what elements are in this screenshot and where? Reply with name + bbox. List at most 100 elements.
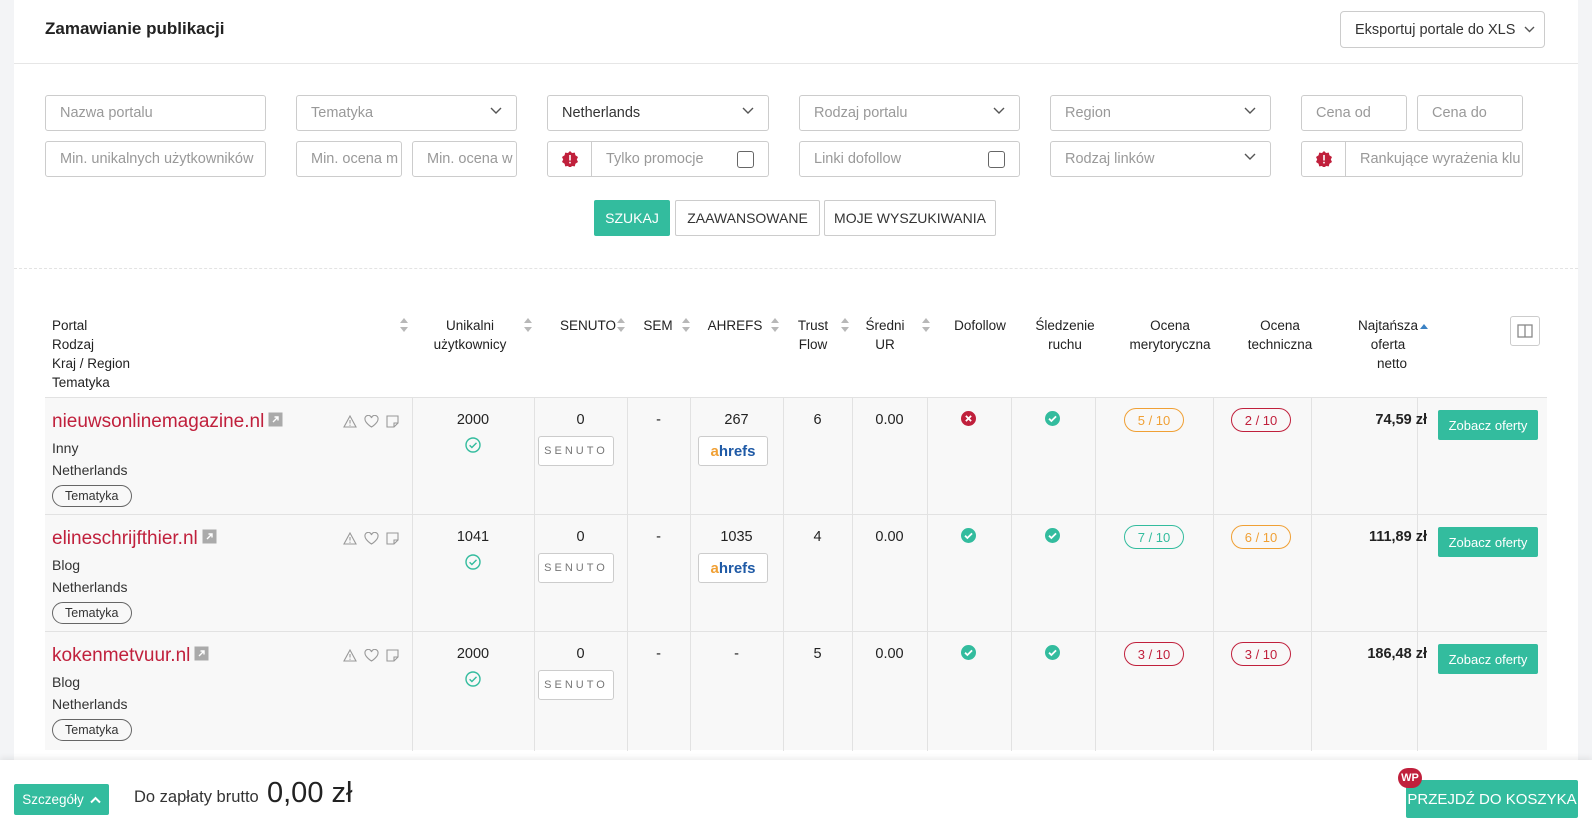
check-circle-icon [1045, 411, 1060, 431]
portal-link[interactable]: kokenmetvuur.nl [52, 645, 209, 667]
columns-icon [1517, 324, 1533, 338]
dofollow-field[interactable]: Linki dofollow [799, 141, 1020, 177]
header-users[interactable]: Unikalni użytkownicy [420, 316, 520, 354]
senuto-badge[interactable]: SENUTO [538, 670, 614, 700]
tech-score-badge: 3 / 10 [1231, 642, 1291, 666]
external-link-icon[interactable] [268, 411, 283, 433]
warning-icon[interactable] [343, 414, 357, 433]
portal-link[interactable]: nieuwsonlinemagazine.nl [52, 411, 283, 433]
dofollow-checkbox[interactable] [988, 151, 1005, 168]
alert-badge-icon [561, 151, 578, 167]
portal-type: Blog [52, 557, 81, 573]
unique-users: 1041 [456, 529, 490, 545]
page-scrollbar[interactable] [1578, 0, 1592, 760]
trust-flow-value: 4 [813, 529, 822, 545]
topic-tag[interactable]: Tematyka [52, 485, 132, 507]
topic-select[interactable]: Tematyka [296, 95, 517, 131]
table-row: elineschrijfthier.nl Blog Netherlands Temat… [45, 514, 1547, 634]
content-score-badge: 5 / 10 [1124, 408, 1184, 432]
header-senuto[interactable]: SENUTO [548, 316, 628, 335]
warning-icon[interactable] [343, 648, 357, 667]
sort-icon[interactable] [524, 318, 532, 332]
ahrefs-badge[interactable]: ahrefs [698, 436, 768, 466]
column-divider [1311, 632, 1312, 751]
country-select[interactable]: Netherlands [547, 95, 769, 131]
heart-icon[interactable] [364, 648, 379, 667]
check-circle-icon [961, 528, 976, 548]
region-select[interactable]: Region [1050, 95, 1271, 131]
table-row: nieuwsonlinemagazine.nl Inny Netherlands Te… [45, 397, 1547, 517]
export-xls-button[interactable]: Eksportuj portale do XLS [1340, 11, 1545, 48]
row-actions [343, 414, 399, 433]
header-content-score[interactable]: Ocena merytoryczna [1115, 316, 1225, 354]
view-offers-button[interactable]: Zobacz oferty [1438, 410, 1538, 440]
sort-asc-icon[interactable] [1420, 324, 1428, 329]
header-ur[interactable]: Średni UR [862, 316, 908, 354]
min-tech-score-input[interactable]: Min. ocena w [412, 141, 517, 177]
portal-name: kokenmetvuur.nl [52, 645, 191, 666]
topic-tag[interactable]: Tematyka [52, 602, 132, 624]
details-button[interactable]: Szczegóły [14, 784, 109, 815]
column-divider [1311, 398, 1312, 517]
note-icon[interactable] [386, 649, 399, 667]
portal-type-select[interactable]: Rodzaj portalu [799, 95, 1020, 131]
sort-icon[interactable] [400, 318, 408, 332]
external-link-icon[interactable] [194, 645, 209, 667]
note-icon[interactable] [386, 415, 399, 433]
link-type-select[interactable]: Rodzaj linków [1050, 141, 1271, 177]
portal-name-input[interactable]: Nazwa portalu [45, 95, 266, 131]
ahrefs-value: 1035 [720, 529, 753, 545]
ahrefs-value: 267 [724, 412, 749, 428]
portal-country: Netherlands [52, 696, 128, 712]
x-circle-icon [961, 411, 976, 431]
header-trust-flow[interactable]: Trust Flow [793, 316, 833, 354]
heart-icon[interactable] [364, 414, 379, 433]
cheapest-offer-price: 74,59 zł [1375, 412, 1427, 428]
column-divider [1213, 515, 1214, 634]
topic-tag[interactable]: Tematyka [52, 719, 132, 741]
column-divider [1095, 632, 1096, 751]
price-to-input[interactable]: Cena do [1417, 95, 1523, 131]
sort-icon[interactable] [682, 318, 690, 332]
check-circle-icon [961, 645, 976, 665]
portal-link[interactable]: elineschrijfthier.nl [52, 528, 217, 550]
ahrefs-badge[interactable]: ahrefs [698, 553, 768, 583]
wp-badge: WP [1398, 768, 1422, 788]
header-portal[interactable]: Portal Rodzaj Kraj / Region Tematyka [52, 316, 130, 392]
header-sem[interactable]: SEM [640, 316, 676, 335]
min-content-score-input[interactable]: Min. ocena m [296, 141, 402, 177]
sort-icon[interactable] [771, 318, 779, 332]
view-offers-button[interactable]: Zobacz oferty [1438, 644, 1538, 674]
promo-only-checkbox[interactable] [737, 151, 754, 168]
header-ahrefs[interactable]: AHREFS [705, 316, 765, 335]
header-tracking[interactable]: Śledzenie ruchu [1025, 316, 1105, 354]
search-button[interactable]: SZUKAJ [594, 200, 670, 236]
check-circle-icon [465, 437, 481, 458]
go-to-cart-button[interactable]: PRZEJDŹ DO KOSZYKA [1406, 780, 1578, 818]
note-icon[interactable] [386, 532, 399, 550]
row-actions [343, 531, 399, 550]
senuto-badge[interactable]: SENUTO [538, 553, 614, 583]
promo-addon [547, 141, 592, 177]
senuto-badge[interactable]: SENUTO [538, 436, 614, 466]
heart-icon[interactable] [364, 531, 379, 550]
header-tech-score[interactable]: Ocena techniczna [1230, 316, 1330, 354]
sort-icon[interactable] [922, 318, 930, 332]
advanced-button[interactable]: ZAAWANSOWANE [675, 200, 820, 236]
warning-icon[interactable] [343, 531, 357, 550]
sort-icon[interactable] [841, 318, 849, 332]
header-divider [14, 63, 1578, 64]
column-toggle-button[interactable] [1510, 316, 1540, 346]
sort-icon[interactable] [617, 318, 625, 332]
column-divider [1213, 632, 1214, 751]
keywords-input[interactable]: Rankujące wyrażenia klu [1346, 141, 1523, 177]
price-from-input[interactable]: Cena od [1301, 95, 1407, 131]
my-searches-button[interactable]: MOJE WYSZUKIWANIA [824, 200, 996, 236]
header-cheapest-offer[interactable]: Najtańsza oferta netto [1348, 316, 1428, 373]
portal-type: Inny [52, 440, 79, 456]
external-link-icon[interactable] [202, 528, 217, 550]
header-dofollow[interactable]: Dofollow [940, 316, 1020, 335]
portal-country: Netherlands [52, 579, 128, 595]
view-offers-button[interactable]: Zobacz oferty [1438, 527, 1538, 557]
min-users-input[interactable]: Min. unikalnych użytkowników [45, 141, 266, 177]
